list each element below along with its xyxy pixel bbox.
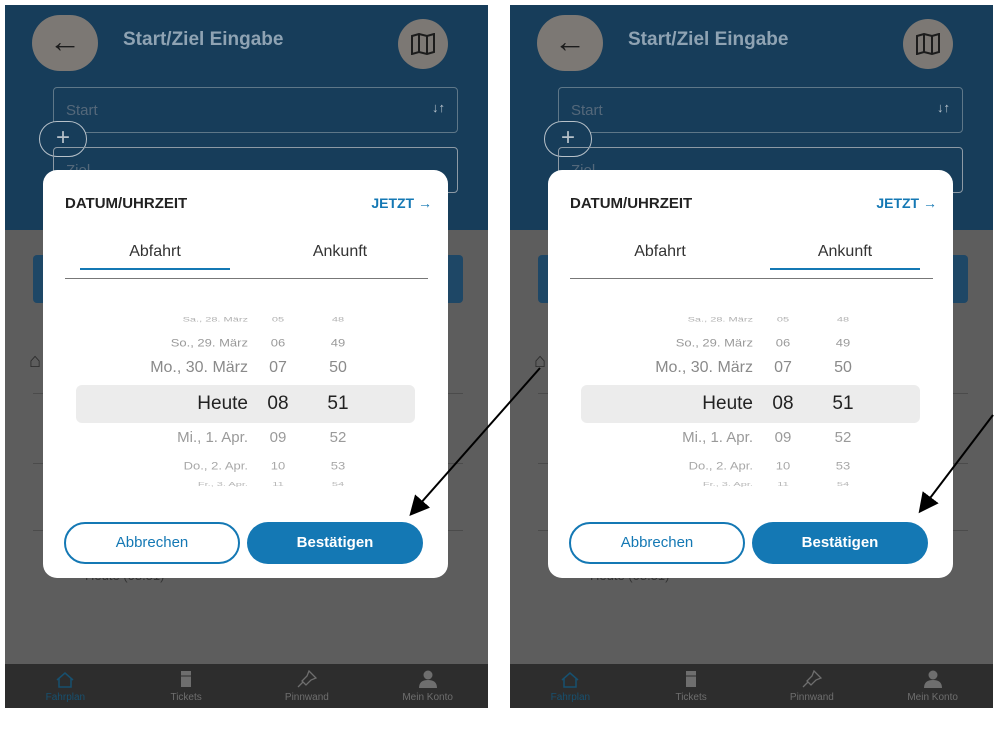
confirm-button[interactable]: Bestätigen (247, 522, 423, 564)
book-map-icon (411, 33, 435, 55)
picker-row[interactable]: Sa., 28. März 05 48 (43, 317, 448, 334)
picker-row[interactable]: Mi., 1. Apr. 09 52 (43, 429, 448, 459)
nav-item-fahrplan[interactable]: Fahrplan (5, 664, 126, 708)
start-input[interactable]: Start ↓↑ (558, 87, 963, 133)
picker-row[interactable]: So., 29. März 06 49 (548, 336, 953, 362)
active-tab-indicator (770, 268, 920, 270)
active-tab-indicator (80, 268, 230, 270)
page-title: Start/Ziel Eingabe (123, 29, 284, 50)
picker-row[interactable]: Fr., 3. Apr. 11 54 (548, 482, 953, 497)
picker-row[interactable]: Mi., 1. Apr. 09 52 (548, 429, 953, 459)
now-button[interactable]: JETZT → (876, 195, 937, 211)
now-button[interactable]: JETZT → (371, 195, 432, 211)
nav-item-fahrplan[interactable]: Fahrplan (510, 664, 631, 708)
tab-ankunft[interactable]: Ankunft (770, 243, 920, 261)
start-placeholder: Start (571, 102, 603, 119)
confirm-button[interactable]: Bestätigen (752, 522, 928, 564)
arrow-left-icon: ← (49, 23, 81, 59)
map-button[interactable] (903, 19, 953, 69)
ticket-icon (686, 671, 697, 687)
page-title: Start/Ziel Eingabe (628, 29, 789, 50)
start-placeholder: Start (66, 102, 98, 119)
pin-icon (297, 670, 317, 688)
picker-row[interactable]: Mo., 30. März 07 50 (43, 359, 448, 389)
picker-row-selected[interactable]: Heute 08 51 (43, 393, 448, 423)
date-time-picker[interactable]: Sa., 28. März 05 48 So., 29. März 06 49 … (548, 300, 953, 488)
home-icon (56, 672, 74, 688)
book-map-icon (916, 33, 940, 55)
nav-item-pinnwand[interactable]: Pinnwand (247, 664, 368, 708)
home-outline-icon: ⌂ (534, 350, 547, 372)
dialog-title: DATUM/UHRZEIT (570, 195, 693, 212)
tab-ankunft[interactable]: Ankunft (265, 243, 415, 261)
phone-screen-ankunft: ← Start/Ziel Eingabe Start ↓↑ + Ziel ⌂ H… (510, 5, 993, 708)
swap-icon[interactable]: ↓↑ (937, 100, 950, 115)
ticket-icon (181, 671, 192, 687)
start-input[interactable]: Start ↓↑ (53, 87, 458, 133)
nav-item-pinnwand[interactable]: Pinnwand (752, 664, 873, 708)
datetime-dialog: DATUM/UHRZEIT JETZT → Abfahrt Ankunft Sa… (548, 170, 953, 578)
mode-tabs: Abfahrt Ankunft (570, 243, 933, 279)
picker-row[interactable]: Mo., 30. März 07 50 (548, 359, 953, 389)
user-icon (923, 670, 942, 688)
user-icon (418, 670, 437, 688)
home-outline-icon: ⌂ (29, 350, 42, 372)
bottom-navigation: Fahrplan Tickets Pinnwand Mein Konto (510, 664, 993, 708)
swap-icon[interactable]: ↓↑ (432, 100, 445, 115)
picker-row[interactable]: So., 29. März 06 49 (43, 336, 448, 362)
picker-row[interactable]: Sa., 28. März 05 48 (548, 317, 953, 334)
cancel-button[interactable]: Abbrechen (64, 522, 240, 564)
pin-icon (802, 670, 822, 688)
picker-row-selected[interactable]: Heute 08 51 (548, 393, 953, 423)
cancel-button[interactable]: Abbrechen (569, 522, 745, 564)
back-button[interactable]: ← (537, 15, 603, 71)
arrow-left-icon: ← (554, 23, 586, 59)
datetime-dialog: DATUM/UHRZEIT JETZT → Abfahrt Ankunft Sa… (43, 170, 448, 578)
nav-item-mein-konto[interactable]: Mein Konto (367, 664, 488, 708)
tab-abfahrt[interactable]: Abfahrt (585, 243, 735, 261)
nav-item-tickets[interactable]: Tickets (126, 664, 247, 708)
bottom-navigation: Fahrplan Tickets Pinnwand Mein Konto (5, 664, 488, 708)
back-button[interactable]: ← (32, 15, 98, 71)
nav-item-tickets[interactable]: Tickets (631, 664, 752, 708)
tab-abfahrt[interactable]: Abfahrt (80, 243, 230, 261)
map-button[interactable] (398, 19, 448, 69)
mode-tabs: Abfahrt Ankunft (65, 243, 428, 279)
phone-screen-abfahrt: ← Start/Ziel Eingabe Start ↓↑ + Ziel ⌂ H… (5, 5, 488, 708)
date-time-picker[interactable]: Sa., 28. März 05 48 So., 29. März 06 49 … (43, 300, 448, 488)
dialog-title: DATUM/UHRZEIT (65, 195, 188, 212)
picker-row[interactable]: Fr., 3. Apr. 11 54 (43, 482, 448, 497)
nav-item-mein-konto[interactable]: Mein Konto (872, 664, 993, 708)
home-icon (561, 672, 579, 688)
